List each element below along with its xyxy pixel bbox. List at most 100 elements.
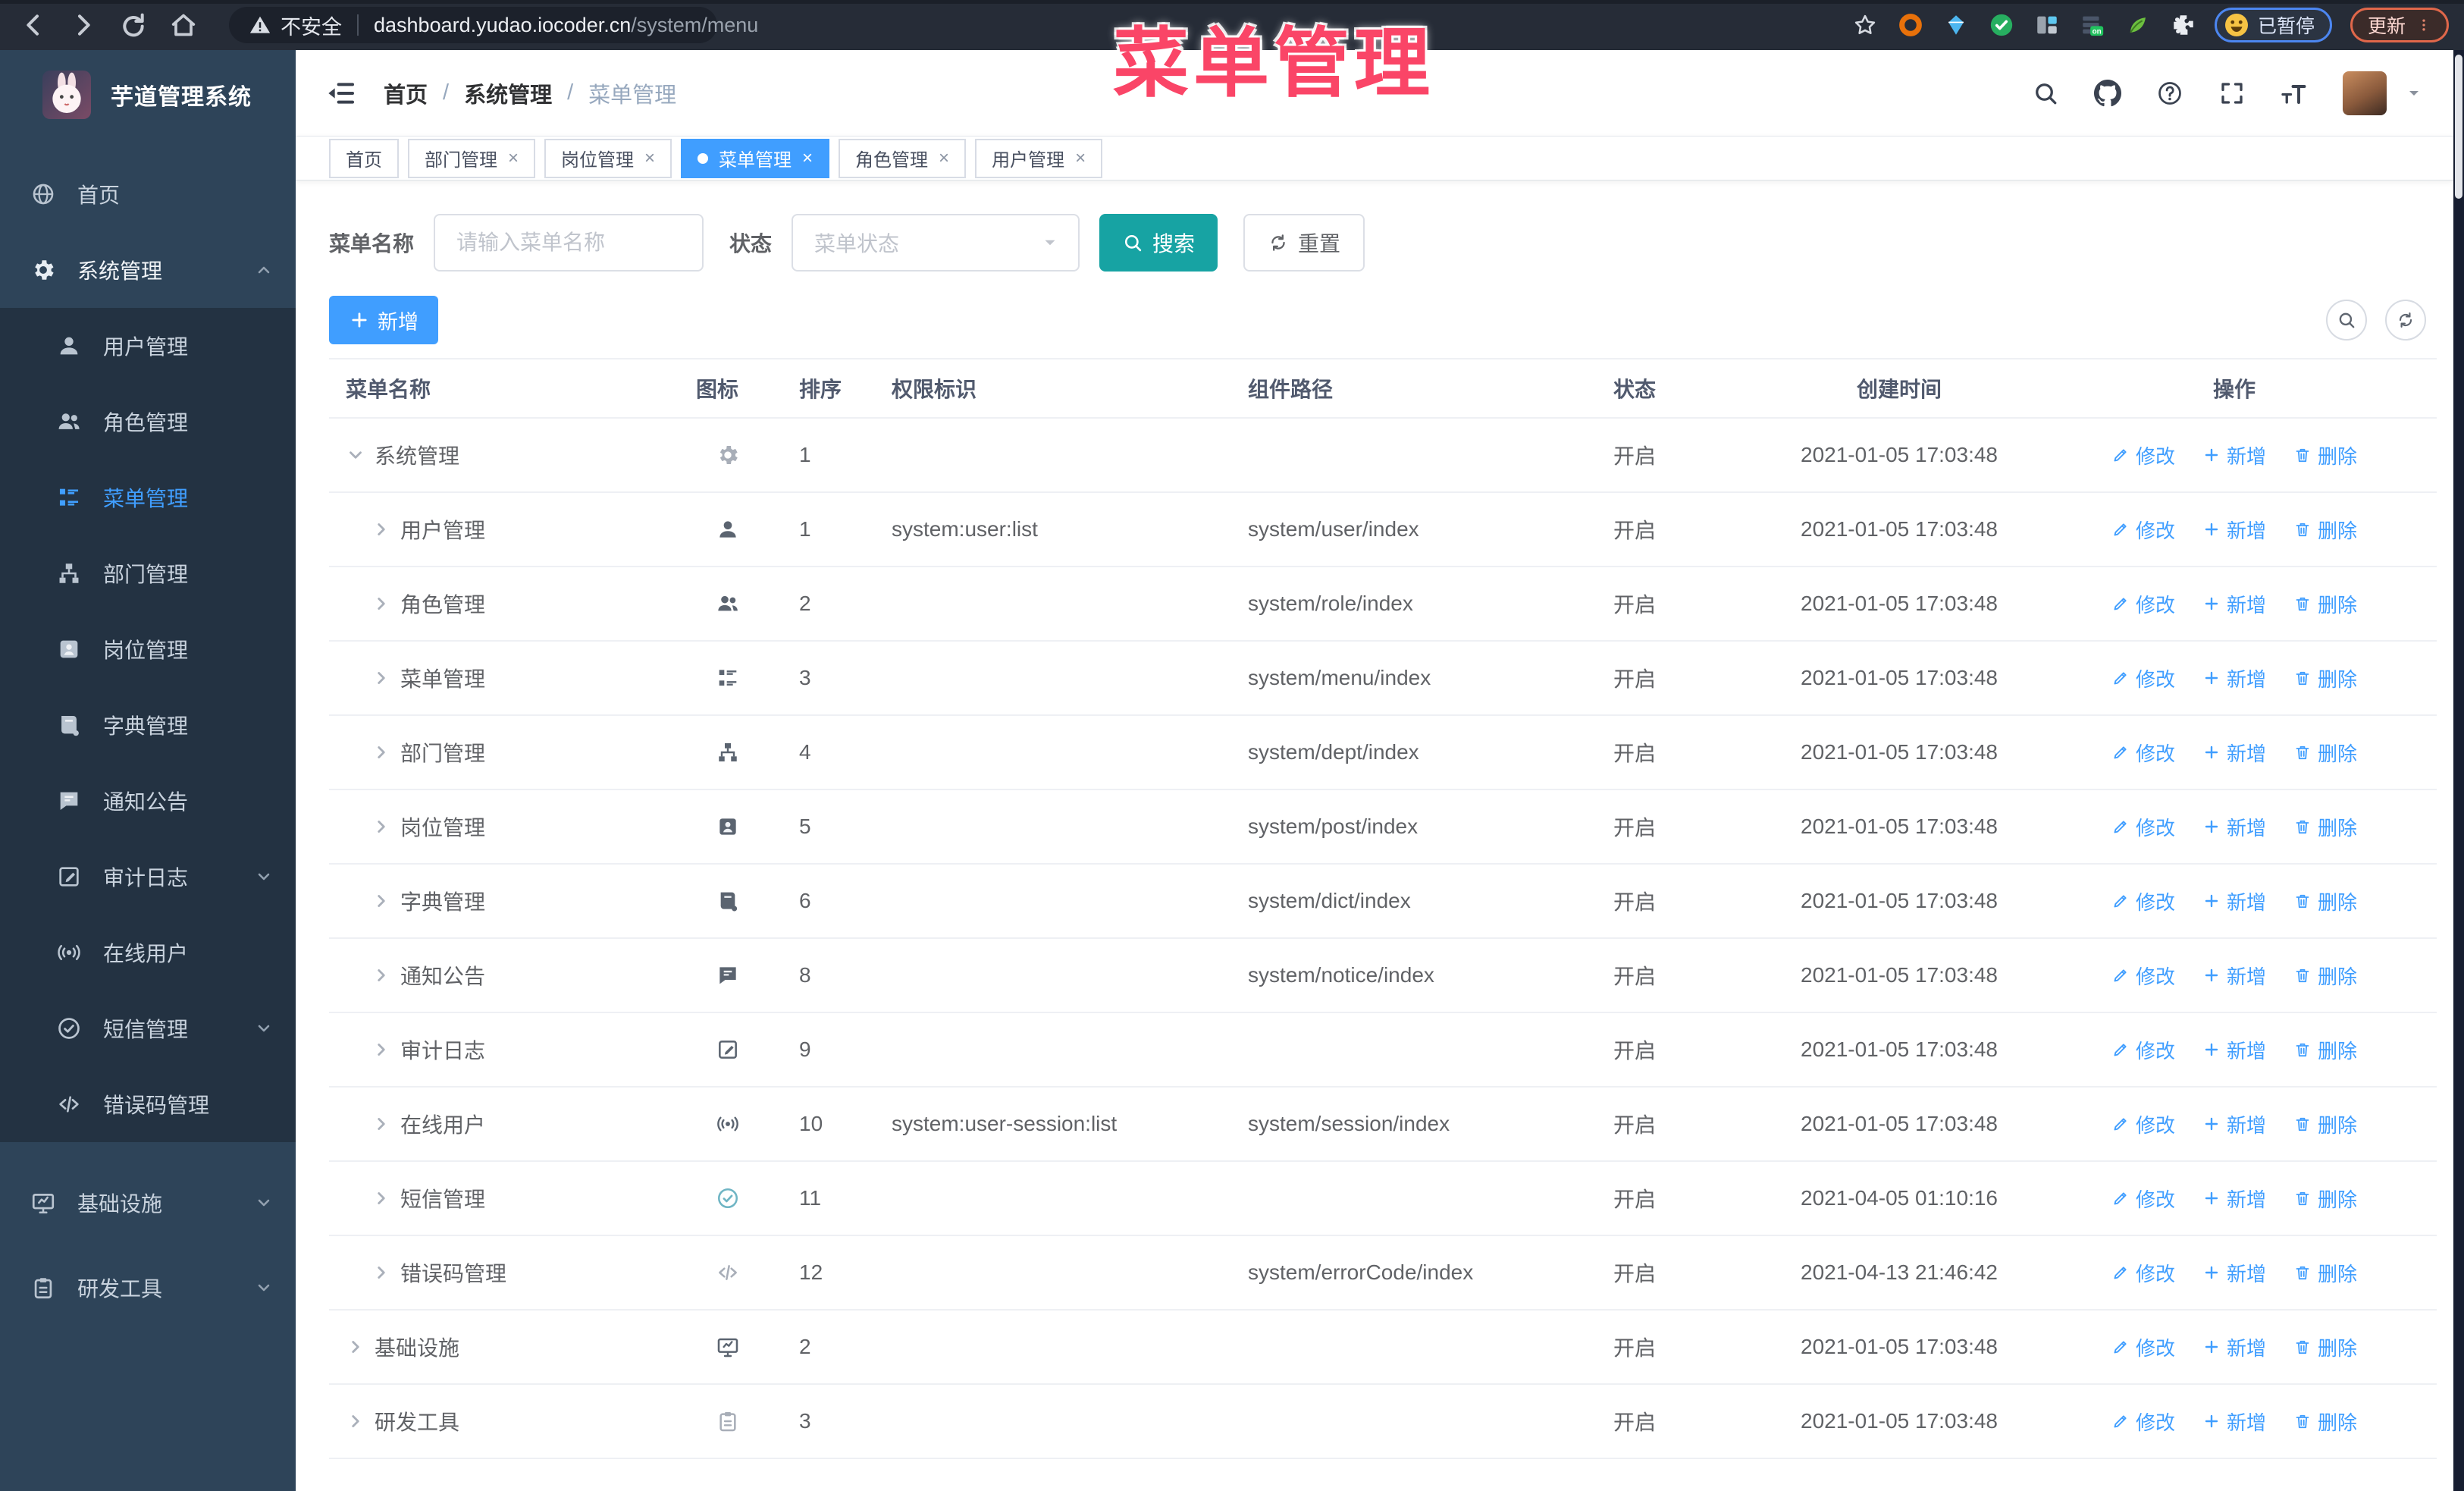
add-link[interactable]: 新增 [2202,441,2266,469]
menu-name-input[interactable] [434,214,704,272]
delete-link[interactable]: 删除 [2293,1408,2357,1436]
extension-orange-ring-icon[interactable] [1898,12,1923,38]
add-link[interactable]: 新增 [2202,1408,2266,1436]
bookmark-star-icon[interactable] [1852,12,1878,38]
sidebar-item-shcheck[interactable]: 短信管理 [0,990,296,1066]
expand-arrow-icon[interactable] [371,891,391,911]
sidebar-item-ttable[interactable]: 菜单管理 [0,460,296,535]
page-tab[interactable]: 部门管理 × [408,138,536,178]
extension-gem-icon[interactable] [1943,12,1969,38]
expand-arrow-icon[interactable] [371,1188,391,1208]
delete-link[interactable]: 删除 [2293,441,2357,469]
sidebar-item-badge[interactable]: 岗位管理 [0,611,296,687]
expand-arrow-icon[interactable] [371,817,391,837]
add-link[interactable]: 新增 [2202,1333,2266,1361]
edit-link[interactable]: 修改 [2111,813,2175,841]
toggle-search-button[interactable] [2326,300,2367,341]
add-link[interactable]: 新增 [2202,516,2266,544]
page-tab[interactable]: 岗位管理 × [544,138,672,178]
delete-link[interactable]: 删除 [2293,1185,2357,1213]
add-link[interactable]: 新增 [2202,1185,2266,1213]
extension-check-icon[interactable] [1989,12,2014,38]
scrollbar-thumb[interactable] [2455,55,2462,199]
delete-link[interactable]: 删除 [2293,1110,2357,1138]
breadcrumb-system[interactable]: 系统管理 [464,77,552,109]
delete-link[interactable]: 删除 [2293,590,2357,618]
address-bar[interactable]: 不安全 dashboard.yudao.iocoder.cn /system/m… [229,7,758,43]
add-link[interactable]: 新增 [2202,739,2266,767]
expand-arrow-icon[interactable] [346,445,365,465]
edit-link[interactable]: 修改 [2111,664,2175,692]
add-link[interactable]: 新增 [2202,1259,2266,1287]
sidebar-item-clip[interactable]: 研发工具 [0,1245,296,1330]
add-link[interactable]: 新增 [2202,813,2266,841]
close-tab-icon[interactable]: × [1075,149,1086,168]
add-link[interactable]: 新增 [2202,1036,2266,1064]
breadcrumb-home[interactable]: 首页 [384,77,428,109]
expand-arrow-icon[interactable] [346,1411,365,1431]
fullscreen-icon[interactable] [2218,80,2246,107]
page-tab[interactable]: 首页 × [329,138,399,178]
expand-arrow-icon[interactable] [371,1114,391,1134]
reset-button[interactable]: 重置 [1243,214,1365,272]
expand-arrow-icon[interactable] [371,1263,391,1282]
edit-link[interactable]: 修改 [2111,590,2175,618]
browser-menu-dots-icon[interactable] [2416,15,2431,35]
add-link[interactable]: 新增 [2202,887,2266,915]
expand-arrow-icon[interactable] [371,594,391,614]
sidebar-item-book[interactable]: 字典管理 [0,687,296,763]
sidebar-item-editdoc[interactable]: 审计日志 [0,839,296,915]
extension-leaf-icon[interactable] [2125,12,2151,38]
close-tab-icon[interactable]: × [939,149,949,168]
browser-update-button[interactable]: 更新 [2350,8,2449,42]
delete-link[interactable]: 删除 [2293,1036,2357,1064]
edit-link[interactable]: 修改 [2111,962,2175,990]
sidebar-item-online[interactable]: 在线用户 [0,915,296,990]
add-link[interactable]: 新增 [2202,590,2266,618]
sidebar-item-code[interactable]: 错误码管理 [0,1066,296,1142]
search-button[interactable]: 搜索 [1099,214,1218,272]
help-icon[interactable] [2156,80,2183,107]
sidebar-item-user[interactable]: 用户管理 [0,308,296,384]
edit-link[interactable]: 修改 [2111,441,2175,469]
edit-link[interactable]: 修改 [2111,739,2175,767]
sidebar-item-monitor[interactable]: 基础设施 [0,1160,296,1245]
edit-link[interactable]: 修改 [2111,1333,2175,1361]
expand-arrow-icon[interactable] [371,1040,391,1059]
sidebar-fold-icon[interactable] [326,78,356,108]
refresh-table-button[interactable] [2385,300,2426,341]
delete-link[interactable]: 删除 [2293,1333,2357,1361]
font-size-icon[interactable] [2281,80,2308,107]
add-link[interactable]: 新增 [2202,1110,2266,1138]
edit-link[interactable]: 修改 [2111,1110,2175,1138]
github-icon[interactable] [2094,80,2121,107]
status-select[interactable]: 菜单状态 [792,214,1080,272]
browser-home-icon[interactable] [168,10,199,40]
extensions-puzzle-icon[interactable] [2171,12,2196,38]
edit-link[interactable]: 修改 [2111,516,2175,544]
browser-reload-icon[interactable] [118,10,149,40]
add-link[interactable]: 新增 [2202,664,2266,692]
close-tab-icon[interactable]: × [508,149,519,168]
sidebar-item-tree[interactable]: 部门管理 [0,535,296,611]
add-button[interactable]: 新增 [329,296,438,344]
header-search-icon[interactable] [2032,80,2059,107]
page-tab[interactable]: 用户管理 × [975,138,1103,178]
close-tab-icon[interactable]: × [802,149,813,168]
delete-link[interactable]: 删除 [2293,813,2357,841]
delete-link[interactable]: 删除 [2293,516,2357,544]
delete-link[interactable]: 删除 [2293,1259,2357,1287]
expand-arrow-icon[interactable] [371,742,391,762]
sidebar-item-users[interactable]: 角色管理 [0,384,296,460]
sidebar-item-chat[interactable]: 通知公告 [0,763,296,839]
user-avatar[interactable] [2343,71,2387,115]
browser-back-icon[interactable] [18,10,49,40]
expand-arrow-icon[interactable] [371,668,391,688]
page-tab[interactable]: 菜单管理 × [681,138,830,178]
extension-switch-on-icon[interactable] [2080,12,2105,38]
close-tab-icon[interactable]: × [644,149,655,168]
expand-arrow-icon[interactable] [371,965,391,985]
profile-paused-chip[interactable]: 已暂停 [2214,8,2332,42]
page-tab[interactable]: 角色管理 × [839,138,967,178]
page-scrollbar[interactable] [2453,50,2464,1491]
